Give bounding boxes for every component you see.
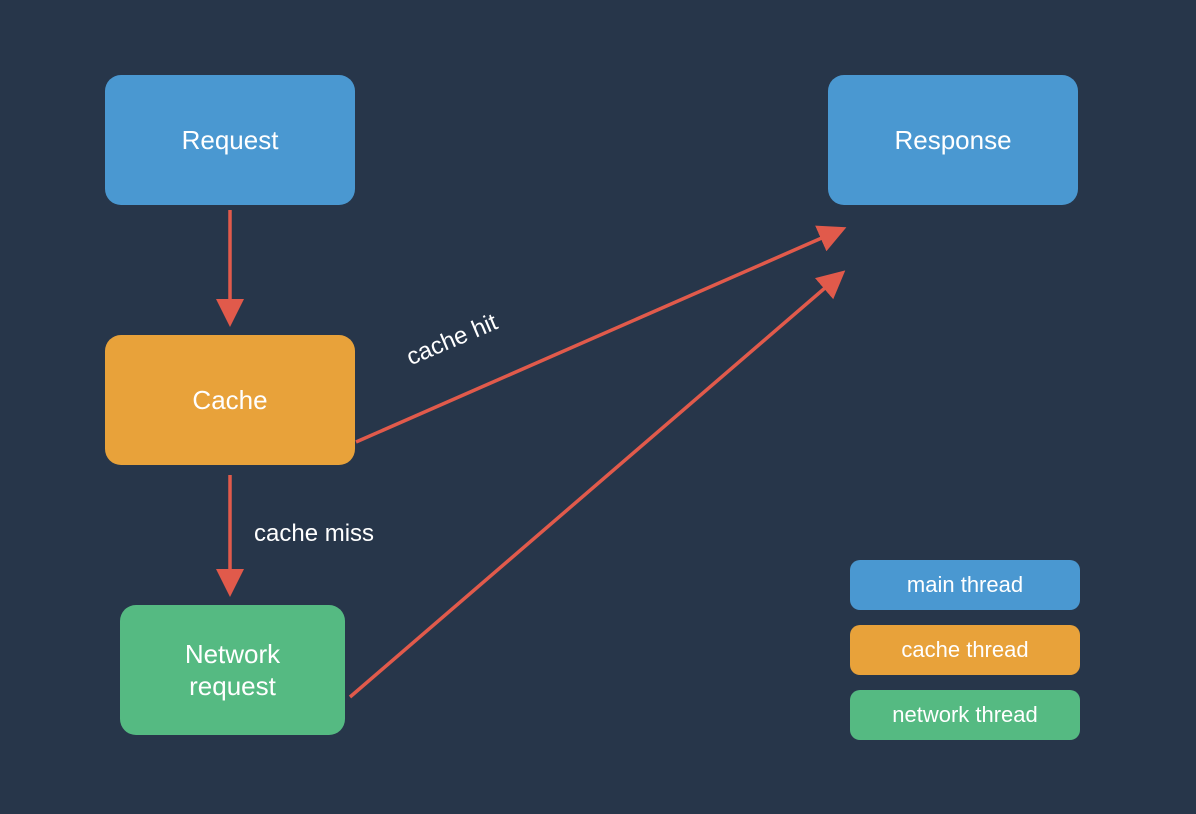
legend-main-thread: main thread [850,560,1080,610]
edge-label-cache-hit: cache hit [403,309,502,372]
legend-network-thread: network thread [850,690,1080,740]
edge-label-cache-miss: cache miss [254,520,374,548]
node-network-request: Network request [120,605,345,735]
node-request-label: Request [182,124,279,157]
node-request: Request [105,75,355,205]
diagram-canvas: Request Cache Network request Response c… [0,0,1196,814]
legend-network-thread-label: network thread [892,702,1038,728]
node-response: Response [828,75,1078,205]
node-cache-label: Cache [192,384,267,417]
legend-cache-thread: cache thread [850,625,1080,675]
node-network-request-label: Network request [185,638,280,703]
legend-cache-thread-label: cache thread [901,637,1028,663]
node-response-label: Response [894,124,1011,157]
node-cache: Cache [105,335,355,465]
legend-main-thread-label: main thread [907,572,1023,598]
